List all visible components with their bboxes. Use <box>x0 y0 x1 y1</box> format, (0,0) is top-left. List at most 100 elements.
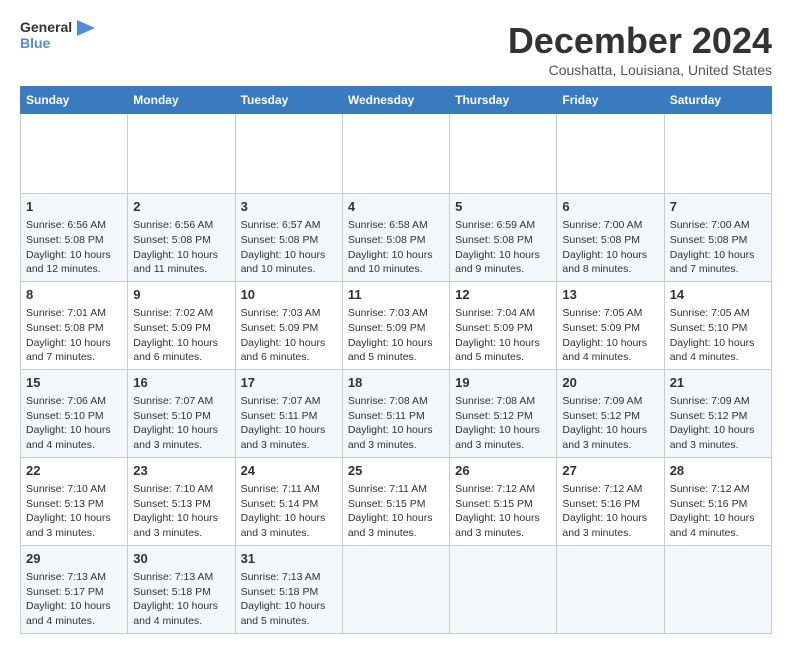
header-row: SundayMondayTuesdayWednesdayThursdayFrid… <box>21 87 772 114</box>
day-number: 7 <box>670 198 766 216</box>
calendar-cell: 18Sunrise: 7:08 AMSunset: 5:11 PMDayligh… <box>342 369 449 457</box>
calendar-cell: 1Sunrise: 6:56 AMSunset: 5:08 PMDaylight… <box>21 194 128 282</box>
day-info: Sunrise: 7:10 AM <box>133 482 229 497</box>
calendar-cell: 10Sunrise: 7:03 AMSunset: 5:09 PMDayligh… <box>235 281 342 369</box>
day-info: and 6 minutes. <box>241 350 337 365</box>
day-info: Sunrise: 6:59 AM <box>455 218 551 233</box>
month-title: December 2024 <box>508 20 772 62</box>
day-number: 29 <box>26 550 122 568</box>
day-info: Sunset: 5:09 PM <box>455 321 551 336</box>
calendar-cell <box>664 545 771 633</box>
day-info: Daylight: 10 hours <box>26 511 122 526</box>
calendar-cell: 6Sunrise: 7:00 AMSunset: 5:08 PMDaylight… <box>557 194 664 282</box>
logo: General Blue <box>20 20 95 52</box>
day-number: 20 <box>562 374 658 392</box>
day-info: Sunset: 5:13 PM <box>133 497 229 512</box>
day-info: Sunset: 5:08 PM <box>26 233 122 248</box>
calendar-cell: 23Sunrise: 7:10 AMSunset: 5:13 PMDayligh… <box>128 457 235 545</box>
calendar-cell: 14Sunrise: 7:05 AMSunset: 5:10 PMDayligh… <box>664 281 771 369</box>
day-info: Sunrise: 7:11 AM <box>348 482 444 497</box>
day-info: Sunset: 5:18 PM <box>241 585 337 600</box>
day-info: Daylight: 10 hours <box>670 423 766 438</box>
calendar-cell <box>450 545 557 633</box>
day-info: Sunrise: 6:57 AM <box>241 218 337 233</box>
day-info: Sunset: 5:14 PM <box>241 497 337 512</box>
day-number: 8 <box>26 286 122 304</box>
location-label: Coushatta, Louisiana, United States <box>508 62 772 78</box>
day-info: Sunset: 5:08 PM <box>133 233 229 248</box>
day-info: and 3 minutes. <box>133 438 229 453</box>
calendar-week-row <box>21 114 772 194</box>
day-info: Sunset: 5:16 PM <box>670 497 766 512</box>
day-number: 13 <box>562 286 658 304</box>
day-info: Daylight: 10 hours <box>562 336 658 351</box>
day-number: 4 <box>348 198 444 216</box>
day-info: Daylight: 10 hours <box>455 248 551 263</box>
calendar-cell: 20Sunrise: 7:09 AMSunset: 5:12 PMDayligh… <box>557 369 664 457</box>
logo-text: General Blue <box>20 20 95 52</box>
day-info: Sunrise: 7:06 AM <box>26 394 122 409</box>
day-info: Daylight: 10 hours <box>241 511 337 526</box>
day-info: Sunrise: 7:02 AM <box>133 306 229 321</box>
day-info: and 10 minutes. <box>348 262 444 277</box>
day-info: and 4 minutes. <box>670 526 766 541</box>
calendar-cell: 17Sunrise: 7:07 AMSunset: 5:11 PMDayligh… <box>235 369 342 457</box>
day-info: Sunrise: 7:13 AM <box>241 570 337 585</box>
calendar-cell: 13Sunrise: 7:05 AMSunset: 5:09 PMDayligh… <box>557 281 664 369</box>
day-info: Sunset: 5:15 PM <box>348 497 444 512</box>
day-info: Daylight: 10 hours <box>455 511 551 526</box>
calendar-cell <box>557 545 664 633</box>
calendar-week-row: 1Sunrise: 6:56 AMSunset: 5:08 PMDaylight… <box>21 194 772 282</box>
day-info: and 3 minutes. <box>455 526 551 541</box>
weekday-header: Tuesday <box>235 87 342 114</box>
day-info: Sunset: 5:08 PM <box>670 233 766 248</box>
day-number: 9 <box>133 286 229 304</box>
day-info: and 4 minutes. <box>26 614 122 629</box>
day-info: Sunrise: 7:07 AM <box>241 394 337 409</box>
calendar-week-row: 8Sunrise: 7:01 AMSunset: 5:08 PMDaylight… <box>21 281 772 369</box>
day-info: and 3 minutes. <box>670 438 766 453</box>
day-info: Daylight: 10 hours <box>241 423 337 438</box>
day-info: Sunset: 5:11 PM <box>348 409 444 424</box>
day-info: Sunrise: 7:00 AM <box>670 218 766 233</box>
calendar-cell: 11Sunrise: 7:03 AMSunset: 5:09 PMDayligh… <box>342 281 449 369</box>
calendar-cell <box>128 114 235 194</box>
calendar-cell: 26Sunrise: 7:12 AMSunset: 5:15 PMDayligh… <box>450 457 557 545</box>
weekday-header: Monday <box>128 87 235 114</box>
day-info: Daylight: 10 hours <box>133 423 229 438</box>
day-info: Sunrise: 7:01 AM <box>26 306 122 321</box>
calendar-cell: 2Sunrise: 6:56 AMSunset: 5:08 PMDaylight… <box>128 194 235 282</box>
page-header: General Blue December 2024 Coushatta, Lo… <box>20 20 772 78</box>
day-info: Sunrise: 7:08 AM <box>455 394 551 409</box>
day-number: 27 <box>562 462 658 480</box>
calendar-cell <box>557 114 664 194</box>
calendar-cell <box>342 545 449 633</box>
calendar-cell: 31Sunrise: 7:13 AMSunset: 5:18 PMDayligh… <box>235 545 342 633</box>
day-info: Sunrise: 7:10 AM <box>26 482 122 497</box>
day-info: Sunrise: 7:09 AM <box>562 394 658 409</box>
day-number: 16 <box>133 374 229 392</box>
day-info: Daylight: 10 hours <box>670 511 766 526</box>
day-info: Sunrise: 7:13 AM <box>133 570 229 585</box>
day-info: Daylight: 10 hours <box>562 511 658 526</box>
day-info: and 10 minutes. <box>241 262 337 277</box>
calendar-cell <box>21 114 128 194</box>
weekday-header: Friday <box>557 87 664 114</box>
day-info: and 3 minutes. <box>241 526 337 541</box>
calendar-cell: 22Sunrise: 7:10 AMSunset: 5:13 PMDayligh… <box>21 457 128 545</box>
calendar-cell: 29Sunrise: 7:13 AMSunset: 5:17 PMDayligh… <box>21 545 128 633</box>
day-info: and 4 minutes. <box>670 350 766 365</box>
day-info: Daylight: 10 hours <box>348 511 444 526</box>
day-number: 28 <box>670 462 766 480</box>
day-number: 22 <box>26 462 122 480</box>
calendar-cell: 7Sunrise: 7:00 AMSunset: 5:08 PMDaylight… <box>664 194 771 282</box>
day-info: Daylight: 10 hours <box>670 336 766 351</box>
day-number: 2 <box>133 198 229 216</box>
day-info: Sunset: 5:10 PM <box>133 409 229 424</box>
day-number: 17 <box>241 374 337 392</box>
day-info: and 3 minutes. <box>348 438 444 453</box>
day-info: Daylight: 10 hours <box>562 423 658 438</box>
day-info: Daylight: 10 hours <box>133 511 229 526</box>
day-number: 31 <box>241 550 337 568</box>
day-info: and 11 minutes. <box>133 262 229 277</box>
